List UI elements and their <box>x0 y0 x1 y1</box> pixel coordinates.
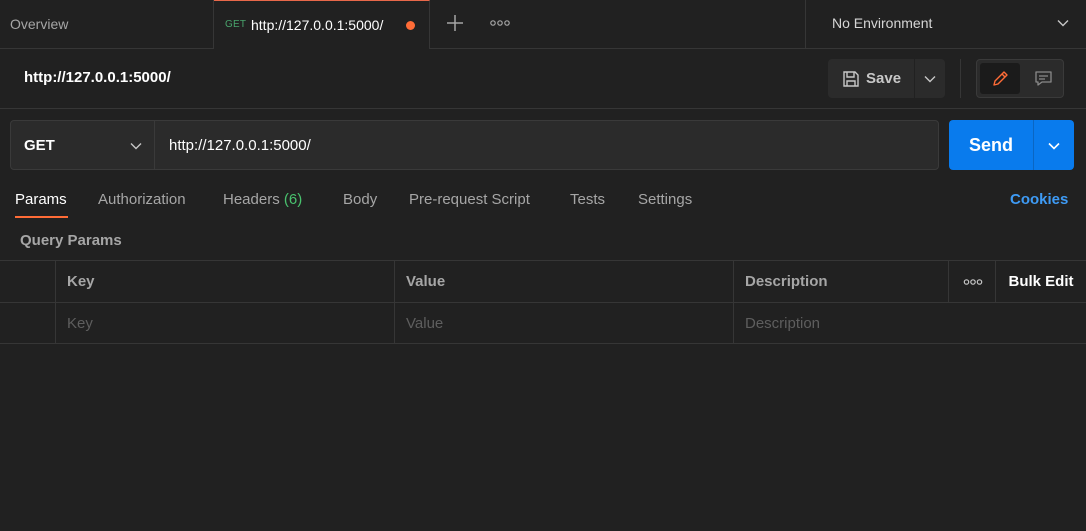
comments-button[interactable] <box>1023 63 1063 94</box>
cookies-link[interactable]: Cookies <box>1010 191 1068 208</box>
save-label: Save <box>866 70 902 87</box>
send-options-button[interactable] <box>1034 120 1074 170</box>
request-bar: GET <box>10 120 939 170</box>
environment-selector[interactable]: No Environment <box>805 0 1086 48</box>
param-value-input[interactable] <box>406 303 734 344</box>
edit-mode-button[interactable] <box>980 63 1020 94</box>
tab-body[interactable]: Body <box>343 191 377 208</box>
more-horizontal-icon <box>963 279 983 285</box>
tab-params[interactable]: Params <box>15 191 67 208</box>
send-button-group: Send <box>949 120 1074 170</box>
tab-headers-label: Headers <box>223 191 280 208</box>
param-key-cell <box>55 303 395 344</box>
more-horizontal-icon <box>490 20 510 26</box>
tab-authorization[interactable]: Authorization <box>98 191 186 208</box>
save-button-group: Save <box>828 59 945 98</box>
save-icon <box>843 71 859 87</box>
chevron-down-icon <box>924 76 936 83</box>
tab-headers[interactable]: Headers (6) <box>223 191 302 208</box>
url-input[interactable] <box>156 121 938 169</box>
tab-settings[interactable]: Settings <box>638 191 692 208</box>
tab-options-button[interactable] <box>487 12 513 34</box>
request-header: http://127.0.0.1:5000/ Save <box>0 49 1086 109</box>
chevron-down-icon <box>1048 142 1060 150</box>
param-description-input[interactable] <box>745 303 1086 344</box>
save-options-button[interactable] <box>915 59 945 98</box>
unsaved-changes-dot <box>406 21 415 30</box>
chevron-down-icon <box>1057 20 1069 27</box>
pencil-icon <box>993 71 1008 86</box>
param-value-cell <box>394 303 734 344</box>
send-button[interactable]: Send <box>949 120 1033 170</box>
tab-request-url: http://127.0.0.1:5000/ <box>251 17 384 33</box>
tab-request-active[interactable]: GET http://127.0.0.1:5000/ <box>214 0 430 49</box>
comment-icon <box>1035 71 1052 86</box>
column-header-value: Value <box>394 261 734 302</box>
request-title[interactable]: http://127.0.0.1:5000/ <box>24 69 171 86</box>
new-tab-button[interactable] <box>443 10 467 36</box>
plus-icon <box>447 15 463 31</box>
query-params-table: Key Value Description Bulk Edit <box>0 260 1086 344</box>
method-dropdown[interactable]: GET <box>11 121 155 169</box>
view-mode-toggle <box>976 59 1064 98</box>
column-header-description: Description <box>733 261 948 302</box>
table-row <box>0 302 1086 344</box>
tab-pre-request-script[interactable]: Pre-request Script <box>409 191 530 208</box>
request-tabs: Params Authorization Headers (6) Body Pr… <box>0 186 1086 222</box>
bulk-edit-button[interactable]: Bulk Edit <box>995 261 1086 302</box>
environment-label: No Environment <box>832 15 933 31</box>
tab-overview[interactable]: Overview <box>0 0 214 48</box>
param-key-input[interactable] <box>67 303 395 344</box>
tab-method-badge: GET <box>225 19 247 30</box>
active-tab-indicator <box>15 216 68 218</box>
tab-bar: Overview GET http://127.0.0.1:5000/ No E… <box>0 0 1086 49</box>
table-header-row: Key Value Description Bulk Edit <box>0 260 1086 302</box>
headers-count-badge: (6) <box>283 191 303 208</box>
tab-overview-label: Overview <box>10 16 69 32</box>
chevron-down-icon <box>130 143 142 150</box>
divider <box>960 59 961 98</box>
table-options-button[interactable] <box>948 261 995 302</box>
param-description-cell <box>733 303 1086 344</box>
query-params-title: Query Params <box>20 232 122 249</box>
tab-tests[interactable]: Tests <box>570 191 605 208</box>
column-header-key: Key <box>55 261 395 302</box>
save-button[interactable]: Save <box>828 59 914 98</box>
method-value: GET <box>24 137 55 154</box>
